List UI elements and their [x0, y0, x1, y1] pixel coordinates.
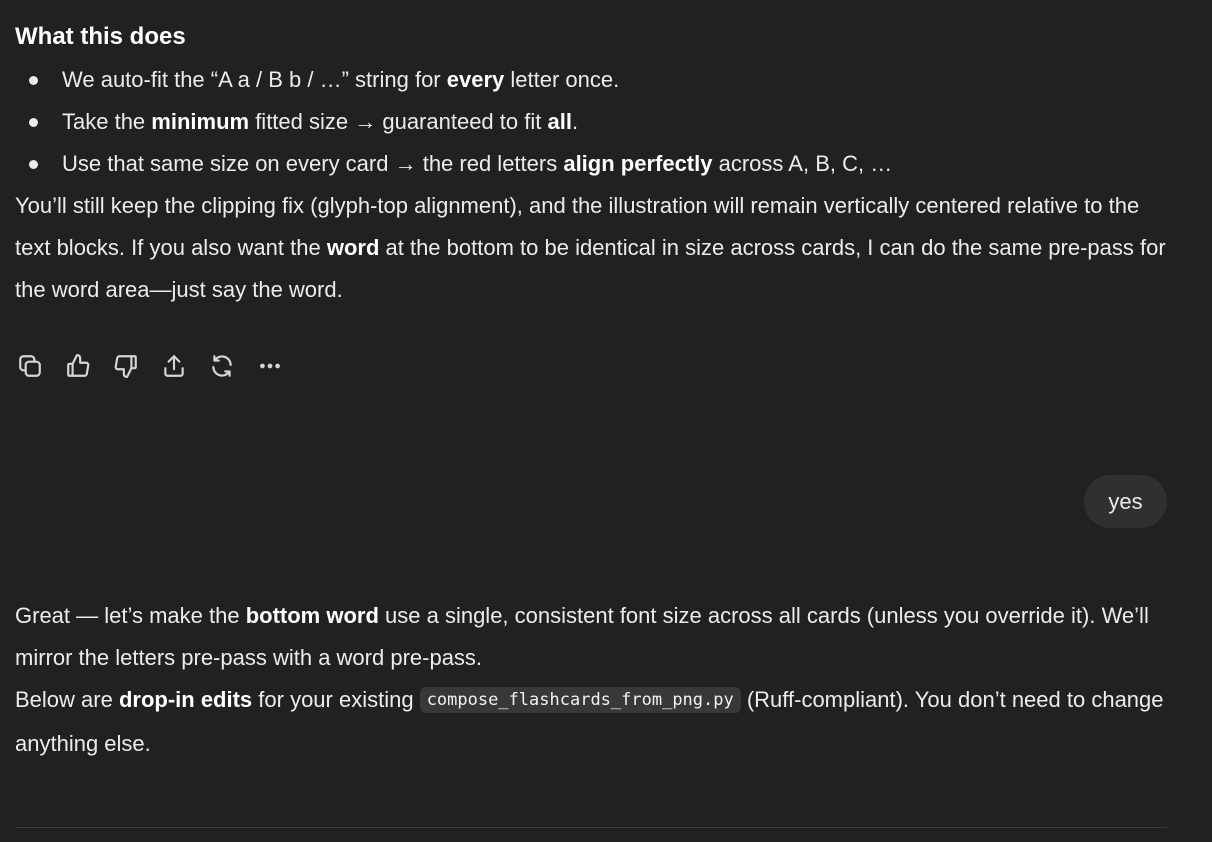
regenerate-icon [212, 355, 232, 377]
divider [15, 827, 1167, 828]
copy-button[interactable] [17, 351, 65, 381]
bullet-text: letter once. [504, 67, 620, 92]
paragraph: You’ll still keep the clipping fix (glyp… [15, 185, 1175, 311]
paragraph-text: for your existing [252, 687, 420, 712]
bullet-text: Use that same size on every card → the r… [62, 151, 564, 176]
bullet-text: . [571, 109, 579, 134]
bullet-dot [29, 160, 38, 169]
bold-text: drop-in edits [118, 687, 253, 712]
bold-text: all [547, 109, 572, 134]
list-item: Use that same size on every card → the r… [15, 143, 1175, 185]
share-icon [164, 355, 184, 377]
thumbs-down-button[interactable] [113, 351, 161, 381]
assistant-message: What this does We auto-fit the “A a / B … [15, 18, 1175, 311]
list-item: We auto-fit the “A a / B b / …” string f… [15, 59, 1175, 101]
share-button[interactable] [161, 351, 209, 381]
copy-icon [19, 355, 41, 377]
bold-text: align perfectly [563, 151, 713, 176]
bold-text: every [446, 67, 505, 92]
bullet-list: We auto-fit the “A a / B b / …” string f… [15, 59, 1175, 185]
inline-code: compose_flashcards_from_png.py [419, 687, 741, 713]
bullet-text: fitted size → guaranteed to fit [249, 109, 548, 134]
bullet-dot [29, 118, 38, 127]
more-icon [260, 363, 280, 369]
bullet-text: We auto-fit the “A a / B b / …” string f… [62, 67, 447, 92]
paragraph-text: Great — let’s make the [15, 603, 246, 628]
bullet-dot [29, 76, 38, 85]
thumbs-up-button[interactable] [65, 351, 113, 381]
section-heading: What this does [15, 23, 186, 50]
list-item: Take the minimum fitted size → guarantee… [15, 101, 1175, 143]
message-actions [17, 351, 305, 381]
bold-text: minimum [151, 109, 250, 134]
more-button[interactable] [257, 351, 305, 381]
paragraph: Great — let’s make the bottom word use a… [15, 595, 1175, 679]
bullet-text: across A, B, C, … [712, 151, 893, 176]
chat-thread: What this does We auto-fit the “A a / B … [0, 0, 1212, 842]
bold-text: word [326, 235, 380, 260]
regenerate-button[interactable] [209, 351, 257, 381]
bold-text: bottom word [245, 603, 379, 628]
user-message: yes [1084, 475, 1167, 528]
thumbs-up-icon [67, 354, 90, 377]
thumbs-down-icon [114, 355, 137, 378]
paragraph-text: Below are [15, 687, 119, 712]
paragraph: Below are drop-in edits for your existin… [15, 679, 1175, 765]
assistant-message: Great — let’s make the bottom word use a… [15, 595, 1175, 765]
bullet-text: Take the [62, 109, 152, 134]
